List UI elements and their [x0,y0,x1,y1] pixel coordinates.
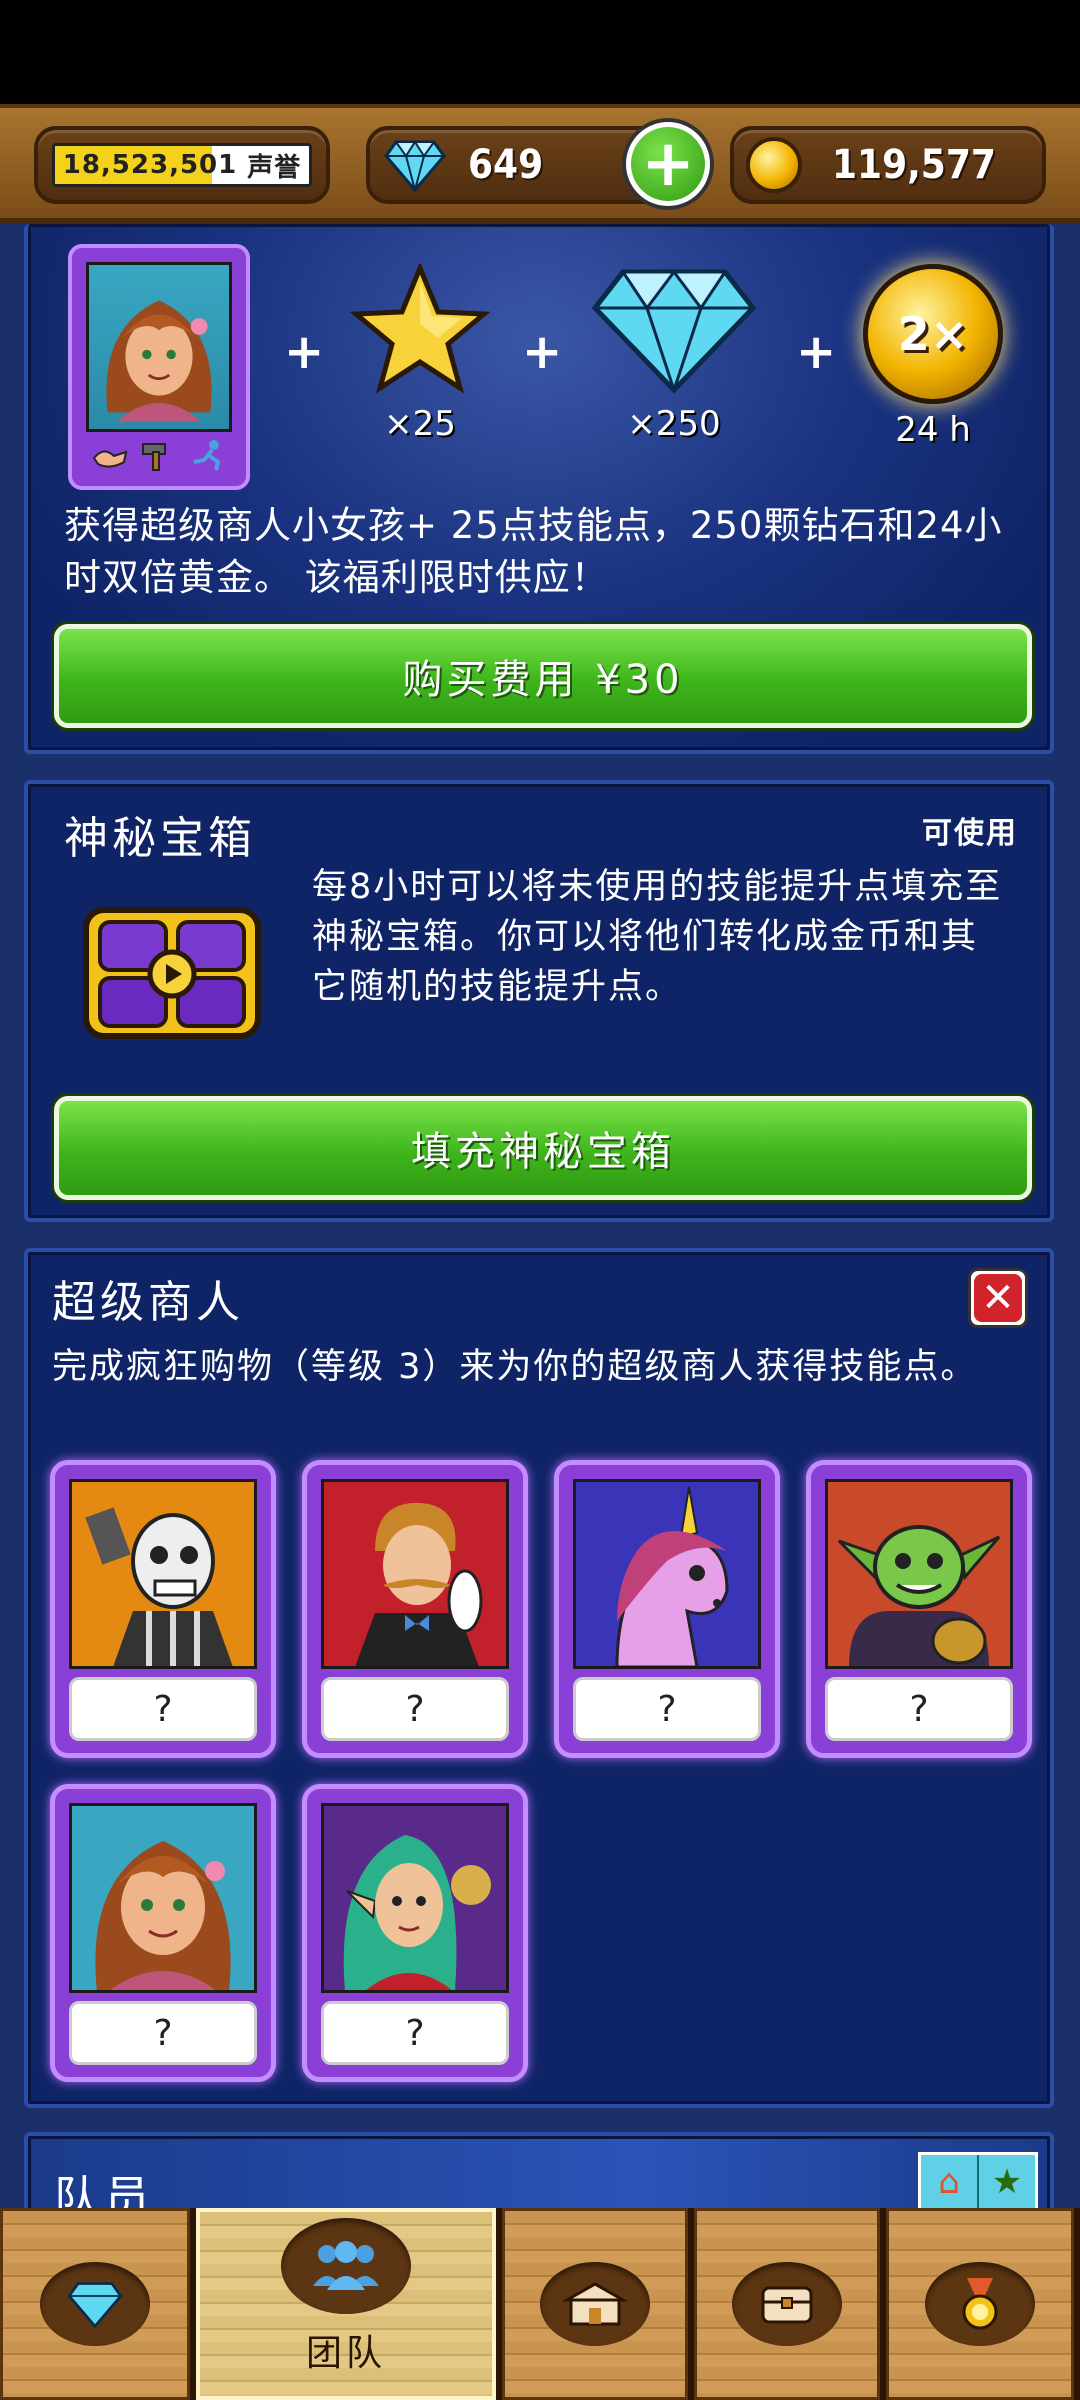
double-gold-reward: 2× 24 h [858,264,1008,450]
gold-coin-icon [746,137,802,193]
merchant-girl-portrait [86,262,232,432]
skill-points-count: ×25 [384,404,456,444]
chest-icon [732,2262,842,2346]
merchant-card[interactable]: ? [50,1460,276,1758]
elf-portrait [321,1803,509,1993]
home-icon[interactable]: ⌂ [921,2155,979,2209]
star-icon [349,261,491,394]
merchant-card[interactable]: ? [554,1460,780,1758]
top-status-bar: 18,523,501 声誉 649 + 119,577 [0,104,1080,224]
merchant-card[interactable]: ? [50,1784,276,2082]
offer-description: 获得超级商人小女孩+ 25点技能点，250颗钻石和24小时双倍黄金。 该福利限时… [64,504,1003,599]
mystery-chest-icon [83,907,261,1039]
multiplier-badge: 2× [897,307,969,361]
skill-tools [86,438,232,472]
merchant-card-label: ? [69,1677,257,1741]
main-content[interactable]: + ×25 + ×250 + 2× 24 h 获得超级商人小女孩+ 25点技能点… [0,224,1080,2252]
team-sort-toggle[interactable]: ⌂ ★ [918,2152,1038,2212]
star-icon[interactable]: ★ [979,2155,1035,2209]
skill-points-reward: ×25 [349,261,491,444]
plus-sign: + [522,324,563,380]
double-gold-coin-icon: 2× [863,264,1003,404]
merchant-card-label: ? [573,1677,761,1741]
super-merchant-title: 超级商人 [52,1277,244,1328]
medal-icon [925,2262,1035,2346]
diamond-icon [384,140,446,192]
team-icon [281,2218,411,2314]
buy-offer-button[interactable]: 购买费用 ¥30 [54,624,1032,728]
diamonds-count: ×250 [627,404,721,444]
close-icon: ✕ [974,1274,1022,1322]
skeleton-blacksmith-portrait [69,1479,257,1669]
mystery-chest-panel: 神秘宝箱 可使用 每8小时可以将未使用的技能提升点填充至神秘宝箱。你可以将他们转… [24,780,1054,1222]
gold-count: 119,577 [832,142,996,188]
running-icon [193,440,220,471]
buy-gems-button[interactable]: + [622,118,714,210]
tab-shop[interactable] [502,2208,688,2400]
merchant-card[interactable]: ? [806,1460,1032,1758]
super-merchant-description: 完成疯狂购物（等级 3）来为你的超级商人获得技能点。 [52,1347,978,1387]
handshake-icon [93,450,128,468]
fill-chest-button[interactable]: 填充神秘宝箱 [54,1096,1032,1200]
reputation-bar: 18,523,501 声誉 [52,143,312,187]
tab-chest[interactable] [694,2208,880,2400]
reputation-meter[interactable]: 18,523,501 声誉 [34,126,330,204]
merchant-card[interactable]: ? [302,1784,528,2082]
reputation-value: 18,523,501 [62,150,238,180]
multiplier-duration: 24 h [895,410,971,450]
super-merchant-panel: 超级商人 ✕ 完成疯狂购物（等级 3）来为你的超级商人获得技能点。 ? ? ? … [24,1248,1054,2108]
offer-character-card [68,244,250,490]
reputation-label: 声誉 [247,152,302,183]
mystery-chest-title: 神秘宝箱 [64,813,256,864]
tab-achievements[interactable] [886,2208,1074,2400]
merchant-card[interactable]: ? [302,1460,528,1758]
merchant-card-label: ? [69,2001,257,2065]
mystery-chest-description: 每8小时可以将未使用的技能提升点填充至神秘宝箱。你可以将他们转化成金币和其它随机… [312,867,1003,1007]
diamond-icon [591,269,757,395]
tab-gems[interactable] [0,2208,190,2400]
goblin-portrait [825,1479,1013,1669]
unicorn-portrait [573,1479,761,1669]
gold-counter[interactable]: 119,577 [730,126,1046,204]
shop-icon [540,2262,650,2346]
gem-count: 649 [468,142,544,188]
special-offer-panel: + ×25 + ×250 + 2× 24 h 获得超级商人小女孩+ 25点技能点… [24,224,1054,754]
bottom-nav: 团队 [0,2208,1080,2400]
close-button[interactable]: ✕ [968,1268,1028,1328]
tab-team-label: 团队 [305,2333,386,2374]
merchant-girl-portrait [69,1803,257,1993]
merchant-card-label: ? [321,1677,509,1741]
chest-status: 可使用 [922,816,1018,851]
diamonds-reward: ×250 [584,264,764,444]
hammer-icon [141,443,166,471]
merchant-card-label: ? [825,1677,1013,1741]
gem-icon [40,2262,150,2346]
merchant-card-label: ? [321,2001,509,2065]
gentleman-portrait [321,1479,509,1669]
plus-sign: + [796,324,837,380]
tab-team[interactable]: 团队 [196,2208,496,2400]
plus-sign: + [284,324,325,380]
plus-icon: + [631,127,705,201]
